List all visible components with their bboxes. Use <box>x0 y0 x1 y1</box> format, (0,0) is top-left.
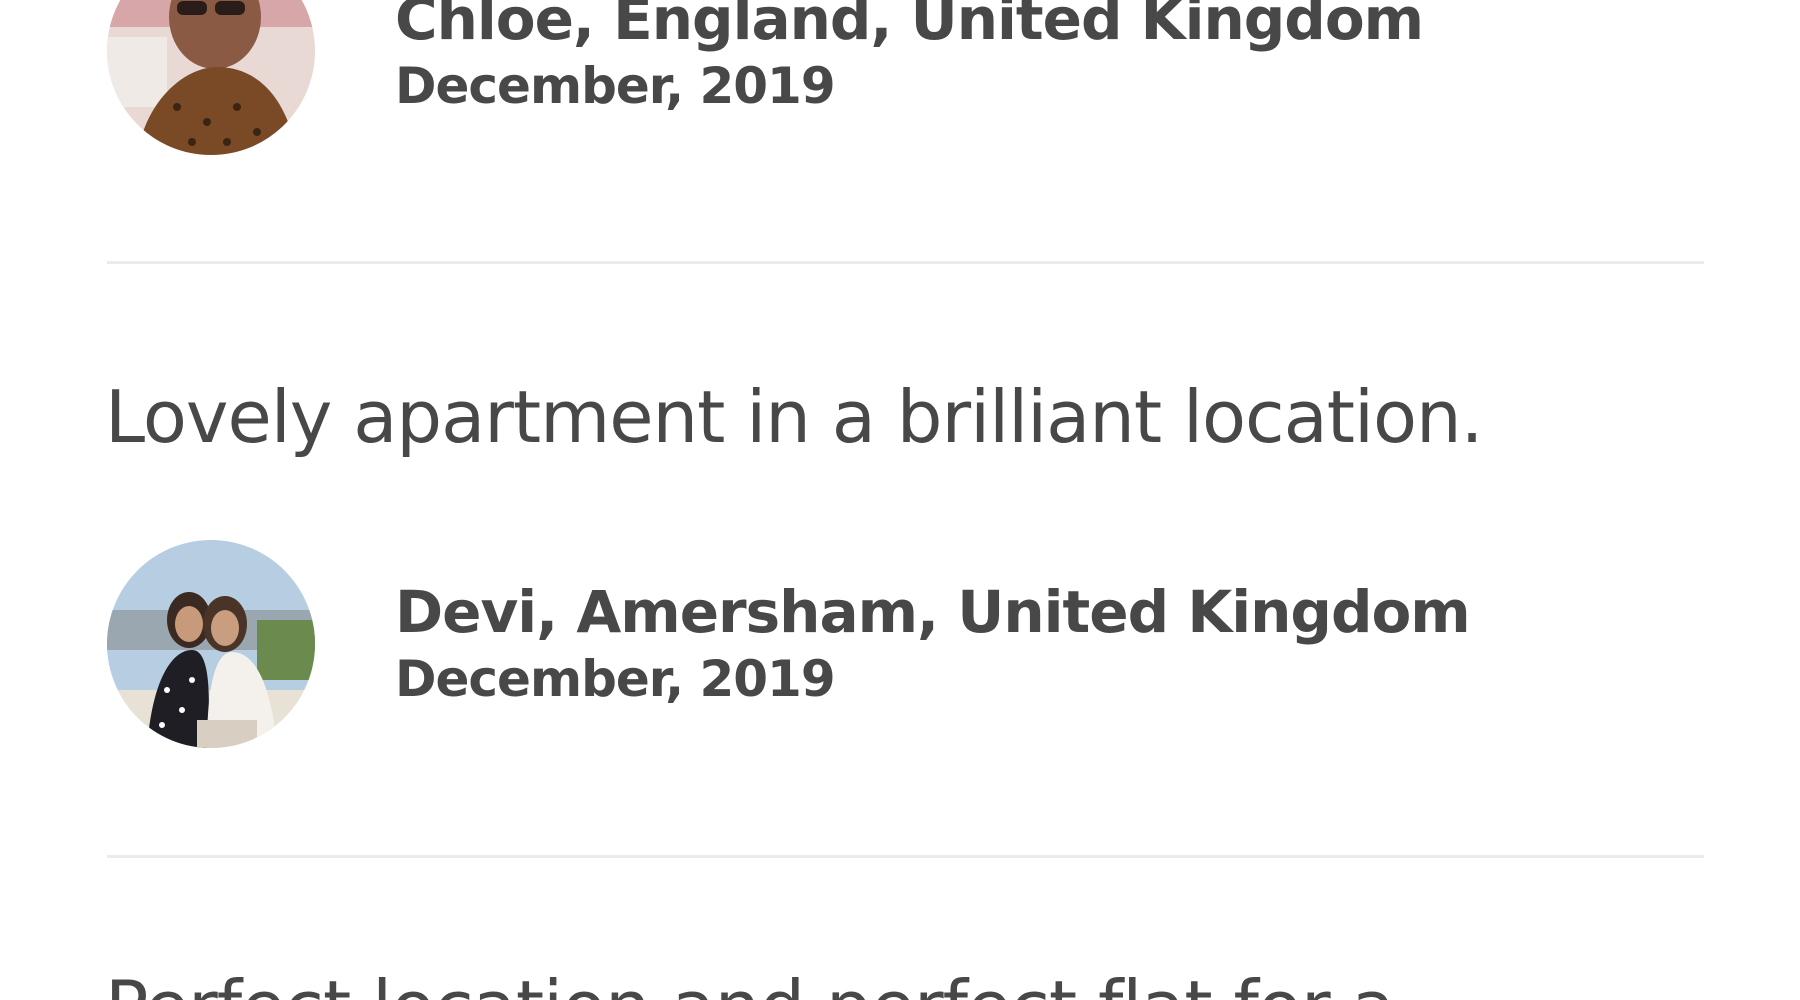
review-text: Lovely apartment in a brilliant location… <box>105 375 1484 459</box>
divider <box>107 261 1704 264</box>
review-author-row: Devi, Amersham, United Kingdom December,… <box>107 540 1471 748</box>
avatar-photo-icon <box>107 540 315 748</box>
review-date: December, 2019 <box>395 57 836 115</box>
review-author-row: Chloe, England, United Kingdom December,… <box>107 0 1424 155</box>
review-author-name: Chloe, England, United Kingdom <box>395 0 1424 53</box>
avatar-photo-icon <box>107 0 315 155</box>
review-text: Perfect location and perfect flat for a <box>105 964 1396 1000</box>
avatar[interactable] <box>107 0 315 155</box>
divider <box>107 855 1704 858</box>
avatar[interactable] <box>107 540 315 748</box>
review-author-name: Devi, Amersham, United Kingdom <box>395 578 1471 646</box>
review-date: December, 2019 <box>395 650 836 708</box>
reviews-page: Chloe, England, United Kingdom December,… <box>0 0 1800 1000</box>
